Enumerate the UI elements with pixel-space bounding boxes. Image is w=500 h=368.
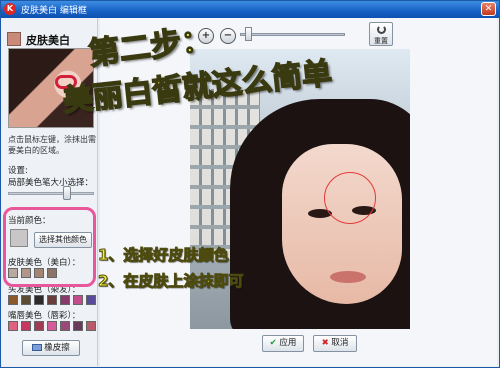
brush-size-slider[interactable] <box>8 192 94 195</box>
eraser-button[interactable]: 橡皮擦 <box>22 340 80 356</box>
overlay-note-1: 1、选择好皮肤颜色 <box>97 246 229 265</box>
settings-label: 设置: <box>8 166 28 176</box>
hair-color-swatch[interactable] <box>47 295 57 305</box>
overlay-note-2: 2、在皮肤上涂抹即可 <box>97 272 244 291</box>
lip-color-swatches <box>8 321 96 331</box>
lip-color-swatch[interactable] <box>60 321 70 331</box>
app-icon: K <box>4 3 16 15</box>
eraser-button-label: 橡皮擦 <box>44 343 70 353</box>
brush-size-slider-handle[interactable] <box>62 186 71 200</box>
reset-icon <box>377 25 386 34</box>
window-title: 皮肤美白 编辑框 <box>21 6 87 16</box>
zoom-slider[interactable] <box>240 33 345 36</box>
brush-cursor <box>324 172 376 224</box>
hair-color-swatch[interactable] <box>73 295 83 305</box>
subject-lips <box>330 271 366 283</box>
zoom-slider-handle[interactable] <box>244 27 252 41</box>
title-bar[interactable]: K 皮肤美白 编辑框 ✕ <box>1 1 499 18</box>
settings-panel: 皮肤美白 点击鼠标左键，涂抹出需要美白的区域。 设置: 局部美色笔大小选择： 当… <box>2 18 98 366</box>
color-selection-highlight <box>3 207 96 287</box>
reset-button-label: 重置 <box>374 37 388 45</box>
cancel-icon: ✖ <box>321 338 329 348</box>
lip-color-label: 嘴唇美色（唇彩）： <box>8 311 81 321</box>
hair-color-swatch[interactable] <box>86 295 96 305</box>
lip-color-swatch[interactable] <box>47 321 57 331</box>
lip-color-swatch[interactable] <box>34 321 44 331</box>
lip-color-swatch[interactable] <box>8 321 18 331</box>
instruction-text: 点击鼠标左键，涂抹出需要美白的区域。 <box>8 135 96 155</box>
lip-color-swatch[interactable] <box>73 321 83 331</box>
hair-color-swatch[interactable] <box>21 295 31 305</box>
cancel-button-label: 取消 <box>331 338 349 348</box>
hair-color-swatch[interactable] <box>34 295 44 305</box>
lip-color-swatch[interactable] <box>21 321 31 331</box>
apply-button[interactable]: ✔ 应用 <box>262 335 304 352</box>
eraser-icon <box>32 344 43 351</box>
cancel-button[interactable]: ✖ 取消 <box>313 335 357 352</box>
panel-title: 皮肤美白 <box>26 34 70 47</box>
reset-button[interactable]: 重置 <box>369 22 393 46</box>
brush-size-label: 局部美色笔大小选择： <box>8 178 94 188</box>
zoom-out-icon[interactable]: − <box>220 28 236 44</box>
hair-color-swatch[interactable] <box>60 295 70 305</box>
hair-color-swatches <box>8 295 96 305</box>
hair-color-swatch[interactable] <box>8 295 18 305</box>
lip-color-swatch[interactable] <box>86 321 96 331</box>
close-button[interactable]: ✕ <box>481 2 496 16</box>
apply-button-label: 应用 <box>279 338 297 348</box>
ok-icon: ✔ <box>269 338 277 348</box>
skin-whitening-icon <box>7 32 21 46</box>
